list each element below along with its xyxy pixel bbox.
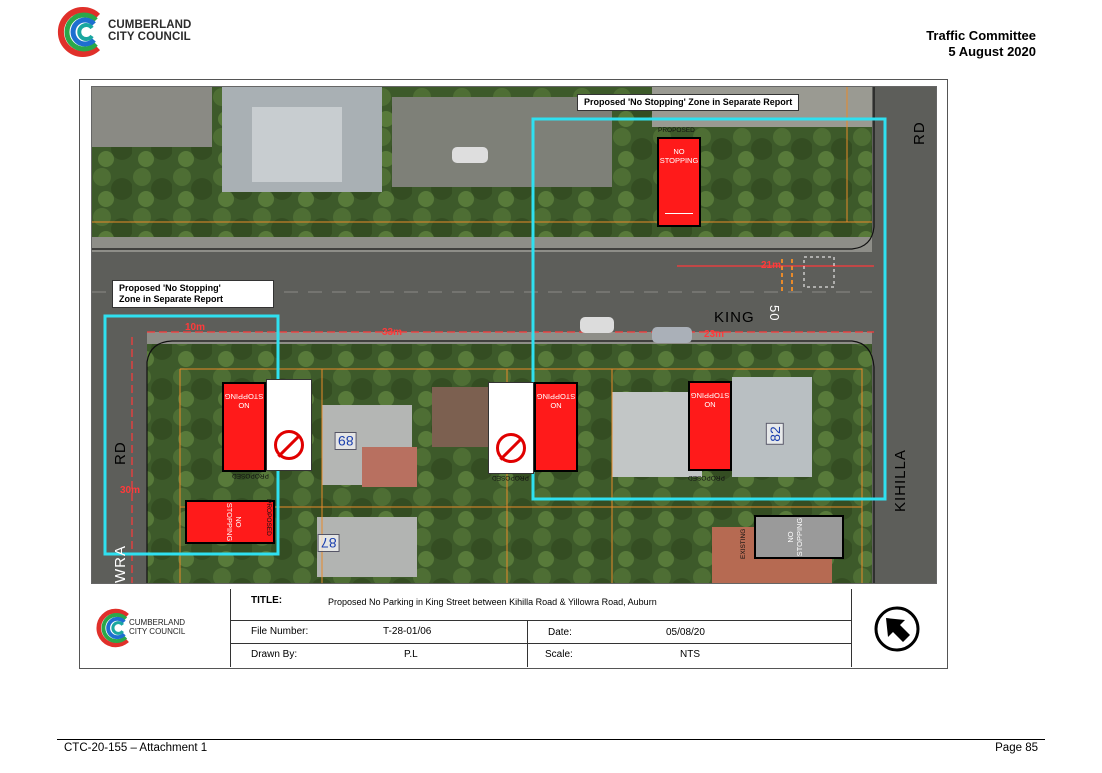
- street-name-kihilla: KIHILLA: [892, 449, 909, 512]
- label-proposed-left: PROPOSED: [232, 472, 269, 479]
- no-parking-icon: [496, 433, 526, 463]
- sign-text-stopping: STOPPING: [690, 391, 730, 400]
- callout-top: Proposed 'No Stopping' Zone in Separate …: [577, 94, 800, 111]
- meeting-date: 5 August 2020: [948, 44, 1036, 59]
- aerial-map: Proposed 'No Stopping' Zone in Separate …: [91, 86, 937, 584]
- no-stopping-sign-bottom-left: NO STOPPING: [185, 500, 275, 544]
- title-block-grid: TITLE: Proposed No Parking in King Stree…: [230, 589, 852, 667]
- north-arrow: [851, 589, 937, 667]
- dimension-30m: 30m: [120, 485, 141, 496]
- label-proposed-bottom-left: PROPOSED: [265, 499, 272, 536]
- arrow-right-icon: [665, 213, 693, 214]
- sign-text-stopping: STOPPING: [536, 392, 576, 401]
- sign-text-no: NO: [234, 516, 243, 528]
- date-value: 05/08/20: [666, 627, 705, 638]
- footer-attachment: CTC-20-155 – Attachment 1: [64, 742, 208, 754]
- existing-no-stopping-sign: NO STOPPING: [754, 515, 844, 559]
- house-number-89: 89: [335, 432, 357, 450]
- tb-logo-line-1: CUMBERLAND: [129, 618, 186, 627]
- no-parking-icon: [274, 430, 304, 460]
- council-logo-icon: [57, 7, 101, 57]
- tb-logo-line-2: CITY COUNCIL: [129, 627, 186, 636]
- no-stopping-sign-left: NO STOPPING: [222, 382, 266, 472]
- street-name-king: KING: [714, 309, 755, 326]
- sign-text-no: NO: [673, 147, 685, 156]
- label-proposed-right: PROPOSED: [688, 474, 725, 481]
- file-number-label: File Number:: [251, 626, 309, 637]
- sign-text-stopping: STOPPING: [659, 156, 699, 165]
- sign-text-no: NO: [704, 400, 716, 409]
- scale-value: NTS: [680, 649, 700, 660]
- committee-name: Traffic Committee: [926, 28, 1036, 43]
- house-number-87: 87: [318, 534, 340, 552]
- title-block: CUMBERLAND CITY COUNCIL TITLE: Proposed …: [91, 589, 937, 667]
- street-name-rd-left: RD: [112, 441, 129, 465]
- tb-divider: [527, 643, 528, 667]
- file-row: File Number: T-28-01/06 Date: 05/08/20: [231, 620, 851, 644]
- logo-line-2: CITY COUNCIL: [108, 31, 191, 43]
- sign-text-no: NO: [786, 531, 795, 543]
- scale-label: Scale:: [545, 649, 573, 660]
- callout-left-line-2: Zone in Separate Report: [119, 294, 224, 304]
- house-number-82: 82: [765, 423, 784, 445]
- dimension-33m: 33m: [382, 327, 403, 338]
- drawn-by-value: P.L: [404, 649, 418, 660]
- drawn-by-label: Drawn By:: [251, 649, 298, 660]
- road-marking-50: 50: [767, 305, 782, 322]
- label-proposed-centre: PROPOSED: [492, 474, 529, 481]
- header-info: Traffic Committee 5 August 2020: [926, 28, 1036, 60]
- date-label: Date:: [548, 627, 572, 638]
- title-value: Proposed No Parking in King Street betwe…: [328, 597, 657, 607]
- footer-rule: [57, 739, 1045, 740]
- title-label: TITLE:: [251, 595, 283, 606]
- sign-text-no: NO: [550, 401, 562, 410]
- label-proposed-top: PROPOSED: [658, 127, 695, 134]
- title-block-logo: CUMBERLAND CITY COUNCIL: [91, 589, 230, 667]
- no-stopping-sign-centre: NO STOPPING: [534, 382, 578, 472]
- no-parking-sign-left: [266, 379, 312, 471]
- sign-text-stopping: STOPPING: [224, 392, 264, 401]
- footer-page-number: Page 85: [995, 742, 1038, 754]
- sign-text-stopping: STOPPING: [795, 517, 804, 557]
- dimension-23m: 23m: [704, 329, 725, 340]
- dimension-10m: 10m: [185, 322, 206, 333]
- callout-left-line-1: Proposed 'No Stopping': [119, 283, 221, 293]
- drawn-row: Drawn By: P.L Scale: NTS: [231, 643, 851, 667]
- label-existing: EXISTING: [740, 528, 747, 559]
- council-logo: CUMBERLAND CITY COUNCIL: [56, 4, 206, 60]
- no-stopping-sign-top: NO STOPPING: [657, 137, 701, 227]
- file-number-value: T-28-01/06: [383, 626, 432, 637]
- callout-left: Proposed 'No Stopping' Zone in Separate …: [112, 280, 274, 308]
- sign-text-stopping: STOPPING: [225, 502, 234, 542]
- dimension-21m: 21m: [761, 260, 782, 271]
- logo-line-1: CUMBERLAND: [108, 19, 192, 31]
- street-name-rd-top: RD: [911, 121, 928, 145]
- title-row: TITLE: Proposed No Parking in King Stree…: [231, 589, 851, 621]
- street-name-wra: WRA: [112, 545, 129, 583]
- tb-divider: [527, 620, 528, 643]
- no-parking-sign-centre: [488, 382, 534, 474]
- no-stopping-sign-right: NO STOPPING: [688, 381, 732, 471]
- north-arrow-icon: [874, 606, 920, 652]
- sign-text-no: NO: [238, 401, 250, 410]
